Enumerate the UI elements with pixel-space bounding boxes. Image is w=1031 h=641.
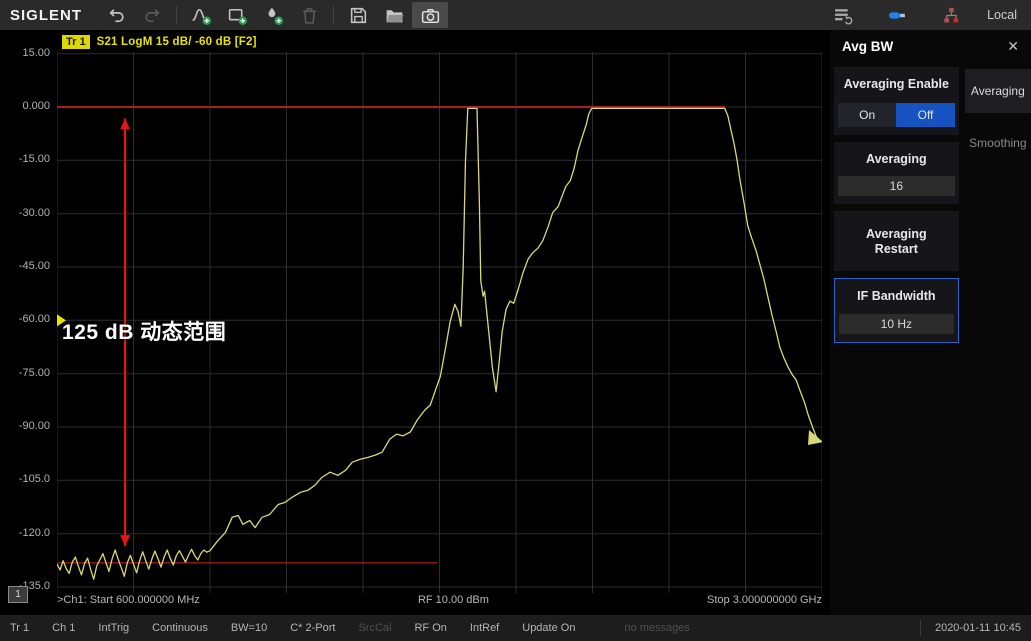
add-marker-button[interactable] bbox=[255, 2, 291, 28]
if-bandwidth-value[interactable]: 10 Hz bbox=[839, 313, 954, 334]
local-mode-label: Local bbox=[987, 8, 1017, 22]
save-icon bbox=[350, 7, 366, 23]
status-item[interactable]: Update On bbox=[522, 622, 575, 634]
toolbar-separator bbox=[333, 6, 334, 24]
status-item[interactable]: C* 2-Port bbox=[290, 622, 335, 634]
trace-badge[interactable]: Tr 1 bbox=[62, 35, 90, 49]
screenshot-button[interactable] bbox=[412, 2, 448, 28]
toolbar: SIGLENT Local bbox=[0, 0, 1031, 30]
averaging-enable-control: Averaging Enable On Off bbox=[834, 67, 959, 135]
lan-error-icon bbox=[943, 7, 958, 22]
usb-icon bbox=[888, 11, 905, 19]
add-marker-icon bbox=[268, 7, 283, 25]
trash-icon bbox=[302, 7, 316, 24]
rf-power-label: RF 10.00 dBm bbox=[417, 594, 489, 606]
status-item[interactable]: no messages bbox=[624, 622, 689, 634]
status-bar: Tr 1 Ch 1 IntTrig Continuous BW=10 C* 2-Port S… bbox=[0, 615, 1031, 641]
close-icon[interactable]: ✕ bbox=[1007, 38, 1019, 55]
toolbar-separator bbox=[176, 6, 177, 24]
lan-status-button[interactable] bbox=[933, 2, 969, 28]
datetime-label: 2020-01-11 10:45 bbox=[919, 620, 1021, 636]
y-axis-tick: -15.00 bbox=[18, 153, 50, 166]
stop-freq-label: Stop 3.000000000 GHz bbox=[707, 594, 822, 606]
system-setup-icon bbox=[834, 8, 852, 24]
panel-title: Avg BW bbox=[842, 39, 894, 54]
y-axis-tick: -90.00 bbox=[18, 419, 50, 432]
y-axis-tick: 15.00 bbox=[22, 46, 50, 59]
status-item[interactable]: RF On bbox=[414, 622, 446, 634]
camera-icon bbox=[421, 8, 439, 23]
undo-icon bbox=[109, 8, 124, 22]
averaging-factor-label: Averaging bbox=[866, 151, 927, 166]
y-axis-tick: -45.00 bbox=[18, 259, 50, 272]
brand-logo: SIGLENT bbox=[10, 6, 83, 24]
measurement-area: Tr 1 S21 LogM 15 dB/ -60 dB [F2] 15.00 0.… bbox=[0, 30, 830, 615]
averaging-enable-label: Averaging Enable bbox=[843, 77, 949, 91]
tab-averaging[interactable]: Averaging bbox=[964, 69, 1031, 113]
add-trace-icon bbox=[191, 8, 211, 25]
delete-button[interactable] bbox=[291, 2, 327, 28]
status-item[interactable]: Continuous bbox=[152, 622, 208, 634]
trace-settings-text: S21 LogM 15 dB/ -60 dB [F2] bbox=[96, 36, 257, 48]
status-item[interactable]: SrcCal bbox=[358, 622, 391, 634]
usb-status-button[interactable] bbox=[879, 2, 915, 28]
redo-button[interactable] bbox=[134, 2, 170, 28]
status-item[interactable]: IntRef bbox=[470, 622, 499, 634]
if-bandwidth-control[interactable]: IF Bandwidth 10 Hz bbox=[834, 278, 959, 343]
status-item[interactable]: IntTrig bbox=[98, 622, 129, 634]
status-item[interactable]: Ch 1 bbox=[52, 622, 75, 634]
panel-header: Avg BW ✕ bbox=[830, 30, 1031, 63]
channel-badge: 1 bbox=[8, 586, 28, 603]
y-axis-tick: -30.00 bbox=[18, 206, 50, 219]
panel-tabs: Averaging Smoothing bbox=[964, 67, 1031, 350]
trace-info[interactable]: Tr 1 S21 LogM 15 dB/ -60 dB [F2] bbox=[62, 35, 257, 49]
x-axis-footer: >Ch1: Start 600.000000 MHz RF 10.00 dBm … bbox=[57, 594, 822, 606]
add-trace-button[interactable] bbox=[183, 2, 219, 28]
averaging-restart-label: Averaging Restart bbox=[866, 226, 927, 257]
averaging-factor-control[interactable]: Averaging 16 bbox=[834, 141, 959, 205]
status-item[interactable]: BW=10 bbox=[231, 622, 267, 634]
averaging-restart-button[interactable]: Averaging Restart bbox=[834, 211, 959, 272]
system-setup-button[interactable] bbox=[825, 2, 861, 28]
dynamic-range-label: 125 dB 动态范围 bbox=[62, 321, 227, 344]
add-window-button[interactable] bbox=[219, 2, 255, 28]
tab-smoothing[interactable]: Smoothing bbox=[965, 127, 1031, 159]
averaging-enable-toggle: On Off bbox=[838, 102, 955, 127]
y-axis-tick: 0.000 bbox=[22, 100, 50, 112]
folder-icon bbox=[386, 9, 403, 22]
averaging-off-button[interactable]: Off bbox=[896, 102, 955, 127]
status-item[interactable]: Tr 1 bbox=[10, 622, 29, 634]
y-axis-tick: -60.00 bbox=[18, 313, 50, 326]
averaging-factor-value[interactable]: 16 bbox=[838, 176, 955, 197]
save-button[interactable] bbox=[340, 2, 376, 28]
if-bandwidth-label: IF Bandwidth bbox=[857, 289, 936, 304]
start-freq-label: >Ch1: Start 600.000000 MHz bbox=[57, 594, 200, 606]
vna-screen: SIGLENT Local Tr 1 S21 LogM 15 dB/ -60 d… bbox=[0, 0, 1031, 641]
open-file-button[interactable] bbox=[376, 2, 412, 28]
y-axis-tick: -75.00 bbox=[18, 366, 50, 379]
avg-bw-panel: Avg BW ✕ Averaging Enable On Off Averagi… bbox=[830, 30, 1031, 615]
y-axis-tick: -105.0 bbox=[18, 473, 50, 486]
add-window-icon bbox=[228, 8, 247, 25]
redo-icon bbox=[144, 8, 159, 22]
undo-button[interactable] bbox=[98, 2, 134, 28]
averaging-on-button[interactable]: On bbox=[838, 102, 897, 127]
y-axis-tick: -120.0 bbox=[18, 526, 50, 539]
